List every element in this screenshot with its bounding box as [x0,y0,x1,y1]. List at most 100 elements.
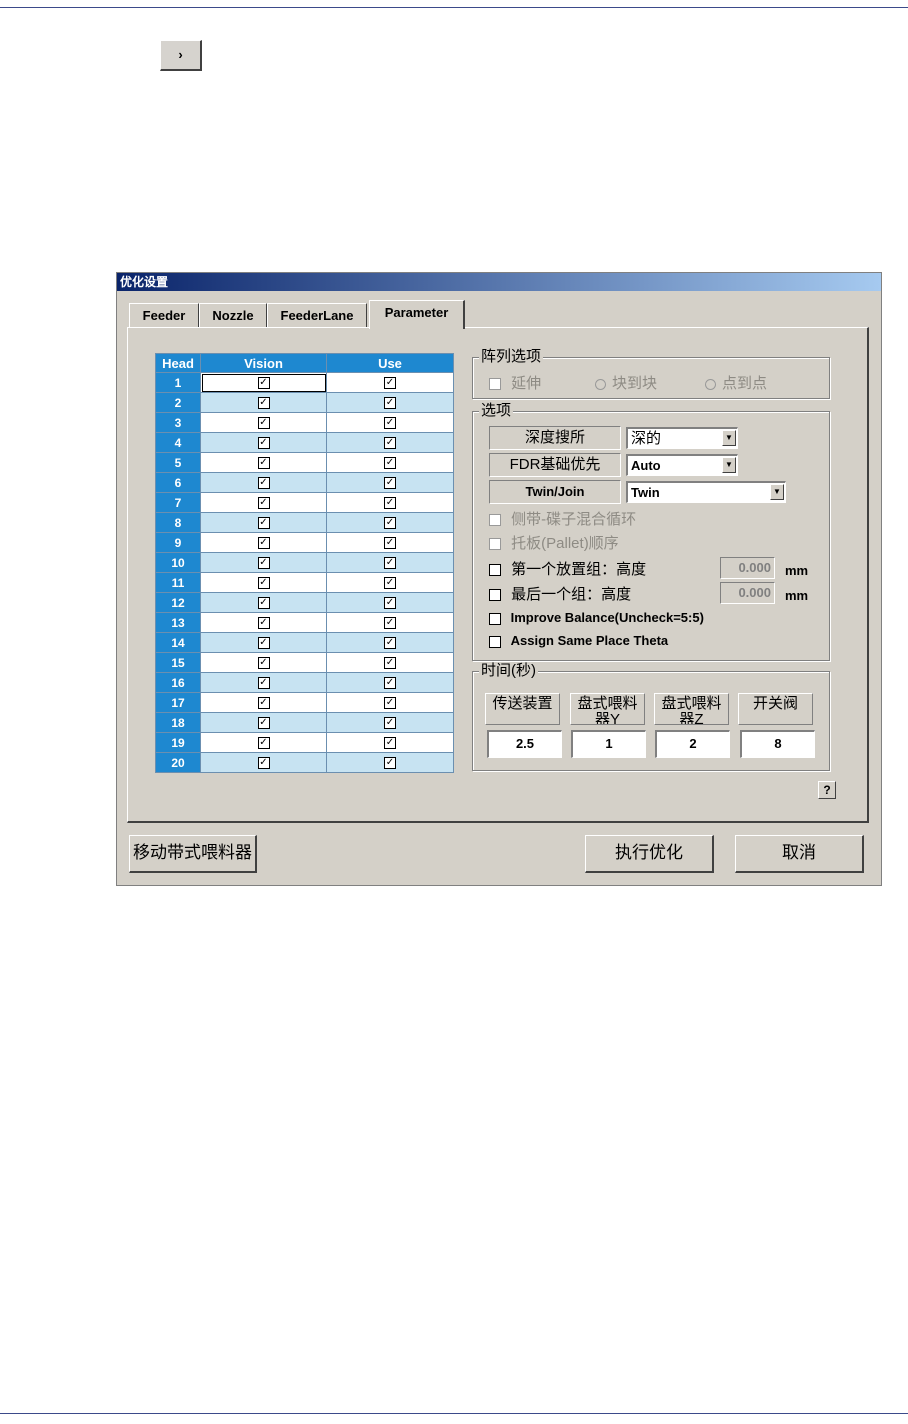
use-cell[interactable]: ✓ [326,552,454,573]
vision-checkbox[interactable]: ✓ [257,597,270,610]
last-group-height-checkbox[interactable]: 最后一个组：高度 [489,585,631,605]
improve-balance-checkbox[interactable]: Improve Balance(Uncheck=5:5) [489,608,704,628]
vision-cell[interactable]: ✓ [200,652,327,673]
use-cell[interactable]: ✓ [326,452,454,473]
use-checkbox[interactable]: ✓ [384,657,396,670]
use-cell[interactable]: ✓ [326,672,454,693]
vision-cell[interactable]: ✓ [200,672,327,693]
extend-checkbox[interactable]: 延伸 [489,374,541,394]
vision-cell[interactable]: ✓ [200,412,327,433]
conveyor-time-input[interactable]: 2.5 [487,730,562,758]
vision-checkbox[interactable]: ✓ [257,717,270,730]
use-checkbox[interactable]: ✓ [384,617,396,630]
use-checkbox[interactable]: ✓ [384,577,396,590]
vision-checkbox[interactable]: ✓ [257,497,270,510]
move-feeder-button[interactable]: 移动带式喂料器 [129,835,257,873]
help-button[interactable]: ? [818,781,836,799]
side-tray-loop-checkbox[interactable]: 侧带-碟子混合循环 [489,510,636,530]
use-cell[interactable]: ✓ [326,692,454,713]
vision-checkbox[interactable]: ✓ [257,437,270,450]
vision-checkbox[interactable]: ✓ [257,677,270,690]
vision-checkbox[interactable]: ✓ [257,637,270,650]
use-checkbox[interactable]: ✓ [384,537,396,550]
use-checkbox[interactable]: ✓ [384,637,396,650]
use-checkbox[interactable]: ✓ [384,477,396,490]
vision-checkbox[interactable]: ✓ [257,377,270,390]
vision-cell[interactable]: ✓ [200,392,327,413]
tab-parameter[interactable]: Parameter [369,300,465,329]
depth-search-select[interactable]: 深的 ▼ [626,427,738,449]
fdr-priority-select[interactable]: Auto ▼ [626,454,738,476]
first-group-height-input[interactable]: 0.000 [720,557,775,579]
use-cell[interactable]: ✓ [326,632,454,653]
use-checkbox[interactable]: ✓ [384,417,396,430]
vision-cell[interactable]: ✓ [200,572,327,593]
vision-cell[interactable]: ✓ [200,492,327,513]
block-to-block-radio[interactable]: 块到块 [595,374,657,394]
vision-checkbox[interactable]: ✓ [257,477,270,490]
vision-checkbox[interactable]: ✓ [257,397,270,410]
vision-checkbox[interactable]: ✓ [257,557,270,570]
cancel-button[interactable]: 取消 [735,835,864,873]
first-group-height-checkbox[interactable]: 第一个放置组：高度 [489,560,646,580]
use-cell[interactable]: ✓ [326,392,454,413]
chevron-down-icon[interactable]: ▼ [722,430,736,446]
vision-cell[interactable]: ✓ [200,592,327,613]
use-checkbox[interactable]: ✓ [384,457,396,470]
vision-cell[interactable]: ✓ [200,512,327,533]
use-checkbox[interactable]: ✓ [384,517,396,530]
vision-cell[interactable]: ✓ [200,372,327,393]
vision-cell[interactable]: ✓ [200,712,327,733]
vision-cell[interactable]: ✓ [200,552,327,573]
vision-cell[interactable]: ✓ [200,452,327,473]
chevron-down-icon[interactable]: ▼ [722,457,736,473]
vision-checkbox[interactable]: ✓ [257,757,270,770]
use-cell[interactable]: ✓ [326,472,454,493]
vision-checkbox[interactable]: ✓ [257,697,270,710]
execute-optimization-button[interactable]: 执行优化 [585,835,714,873]
use-checkbox[interactable]: ✓ [384,737,396,750]
tray-feeder-z-time-input[interactable]: 2 [655,730,730,758]
use-cell[interactable]: ✓ [326,412,454,433]
vision-cell[interactable]: ✓ [200,692,327,713]
twin-join-select[interactable]: Twin ▼ [626,481,786,503]
use-cell[interactable]: ✓ [326,572,454,593]
use-cell[interactable]: ✓ [326,732,454,753]
vision-checkbox[interactable]: ✓ [257,417,270,430]
use-cell[interactable]: ✓ [326,532,454,553]
use-cell[interactable]: ✓ [326,612,454,633]
vision-cell[interactable]: ✓ [200,532,327,553]
use-checkbox[interactable]: ✓ [384,717,396,730]
use-checkbox[interactable]: ✓ [384,497,396,510]
tray-feeder-y-time-input[interactable]: 1 [571,730,646,758]
use-checkbox[interactable]: ✓ [384,597,396,610]
last-group-height-input[interactable]: 0.000 [720,582,775,604]
vision-checkbox[interactable]: ✓ [257,517,270,530]
point-to-point-radio[interactable]: 点到点 [705,374,767,394]
tab-feeder[interactable]: Feeder [129,303,199,327]
use-checkbox[interactable]: ✓ [384,697,396,710]
vision-cell[interactable]: ✓ [200,432,327,453]
use-cell[interactable]: ✓ [326,492,454,513]
tab-feederlane[interactable]: FeederLane [267,303,367,327]
vision-checkbox[interactable]: ✓ [257,657,270,670]
vision-cell[interactable]: ✓ [200,612,327,633]
assign-theta-checkbox[interactable]: Assign Same Place Theta [489,631,668,651]
tab-nozzle[interactable]: Nozzle [199,303,267,327]
vision-checkbox[interactable]: ✓ [257,537,270,550]
use-checkbox[interactable]: ✓ [384,557,396,570]
use-checkbox[interactable]: ✓ [384,677,396,690]
vision-cell[interactable]: ✓ [200,752,327,773]
vision-cell[interactable]: ✓ [200,472,327,493]
use-checkbox[interactable]: ✓ [384,757,396,770]
vision-checkbox[interactable]: ✓ [257,617,270,630]
use-cell[interactable]: ✓ [326,592,454,613]
use-cell[interactable]: ✓ [326,712,454,733]
pallet-order-checkbox[interactable]: 托板(Pallet)顺序 [489,534,619,554]
use-checkbox[interactable]: ✓ [384,397,396,410]
use-cell[interactable]: ✓ [326,372,454,393]
vision-checkbox[interactable]: ✓ [257,737,270,750]
use-cell[interactable]: ✓ [326,752,454,773]
valve-time-input[interactable]: 8 [740,730,815,758]
vision-checkbox[interactable]: ✓ [257,577,270,590]
